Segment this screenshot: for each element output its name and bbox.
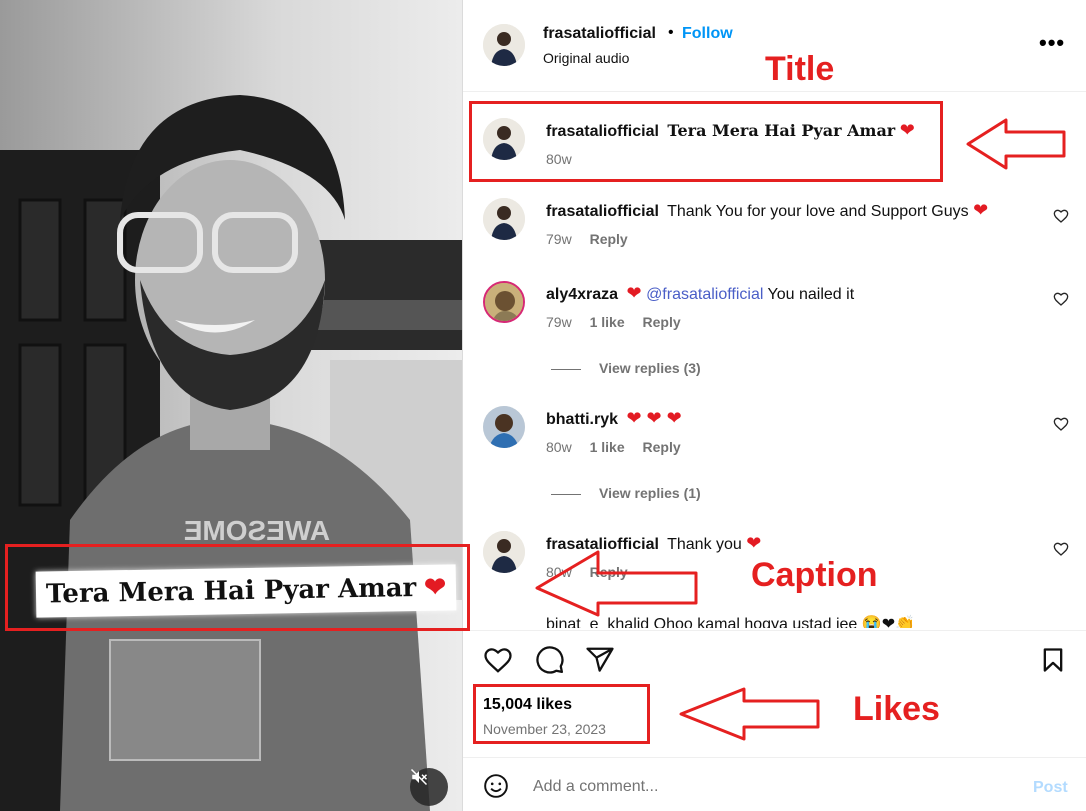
profile-photo <box>483 24 525 66</box>
follow-button[interactable]: Follow <box>682 25 733 43</box>
reply-button[interactable]: Reply <box>643 314 681 330</box>
comment-likes[interactable]: 1 like <box>590 439 625 455</box>
heart-outline-icon[interactable] <box>1053 416 1069 432</box>
divider-line <box>551 368 581 370</box>
like-icon[interactable] <box>483 645 513 675</box>
svg-text:AWESOME: AWESOME <box>184 515 330 546</box>
likes-highlight-box <box>473 684 650 744</box>
heart-outline-icon[interactable] <box>1053 291 1069 307</box>
title-highlight-box <box>469 101 943 182</box>
avatar[interactable] <box>483 281 525 323</box>
comment-text: bhatti.ryk ❤ ❤ ❤ <box>546 408 682 429</box>
comment-likes[interactable]: 1 like <box>590 314 625 330</box>
view-replies-label: View replies (3) <box>599 360 701 376</box>
profile-photo <box>485 283 523 321</box>
comment-composer: Add a comment... Post <box>463 757 1086 811</box>
mute-button[interactable] <box>410 768 448 806</box>
comment-username[interactable]: bhatti.ryk <box>546 411 618 428</box>
comment-username[interactable]: aly4xraza <box>546 286 618 303</box>
heart-icons: ❤ ❤ ❤ <box>626 408 682 428</box>
comment-text: aly4xraza ❤ @frasataliofficial You naile… <box>546 283 854 304</box>
title-arrow-icon <box>966 118 1066 170</box>
post-button[interactable]: Post <box>1033 779 1068 797</box>
reply-button[interactable]: Reply <box>590 231 628 247</box>
video-frame: AWESOME <box>0 0 462 811</box>
profile-photo <box>483 406 525 448</box>
comment-meta: 79w Reply <box>546 231 642 247</box>
comment-body: You nailed it <box>767 286 855 303</box>
profile-photo <box>483 198 525 240</box>
audio-label[interactable]: Original audio <box>543 50 629 66</box>
comment-age: 80w <box>546 439 572 455</box>
post-video[interactable]: AWESOME Tera Mera Hai Pyar Amar ❤ <box>0 0 462 811</box>
view-replies-button[interactable]: View replies (3) <box>551 360 701 376</box>
comment-meta: 79w 1 like Reply <box>546 314 695 330</box>
likes-annotation: Likes <box>853 690 940 728</box>
mention-link[interactable]: @frasataliofficial <box>646 286 763 303</box>
comment-input[interactable]: Add a comment... <box>533 778 658 796</box>
comment-age: 79w <box>546 314 572 330</box>
comment-meta: 80w 1 like Reply <box>546 439 695 455</box>
divider-line <box>551 493 581 495</box>
caption-highlight-box <box>5 544 470 631</box>
avatar[interactable] <box>483 24 525 66</box>
share-icon[interactable] <box>585 645 615 675</box>
avatar[interactable] <box>483 406 525 448</box>
avatar[interactable] <box>483 198 525 240</box>
comment-body: Thank You for your love and Support Guys <box>667 203 969 220</box>
heart-icon: ❤ <box>626 283 642 303</box>
heart-outline-icon[interactable] <box>1053 208 1069 224</box>
view-replies-label: View replies (1) <box>599 485 701 501</box>
speaker-muted-icon <box>410 768 428 786</box>
heart-icon: ❤ <box>746 533 762 553</box>
more-options-button[interactable]: ••• <box>1039 30 1065 56</box>
reply-button[interactable]: Reply <box>643 439 681 455</box>
avatar[interactable] <box>483 531 525 573</box>
heart-outline-icon[interactable] <box>1053 541 1069 557</box>
action-bar <box>463 630 1086 690</box>
heart-icon: ❤ <box>973 200 989 220</box>
comment-text: frasataliofficial Thank You for your lov… <box>546 200 988 221</box>
title-annotation: Title <box>765 50 835 88</box>
comment-username[interactable]: frasataliofficial <box>546 203 659 220</box>
emoji-icon[interactable] <box>483 773 509 799</box>
caption-arrow-icon <box>535 550 698 617</box>
view-replies-button[interactable]: View replies (1) <box>551 485 701 501</box>
post-username[interactable]: frasataliofficial <box>543 25 656 43</box>
caption-annotation: Caption <box>751 556 878 594</box>
separator-dot: • <box>668 24 674 41</box>
likes-arrow-icon <box>679 687 820 741</box>
bookmark-icon[interactable] <box>1039 645 1067 675</box>
comment-icon[interactable] <box>535 645 565 675</box>
comment-age: 79w <box>546 231 572 247</box>
profile-photo <box>483 531 525 573</box>
